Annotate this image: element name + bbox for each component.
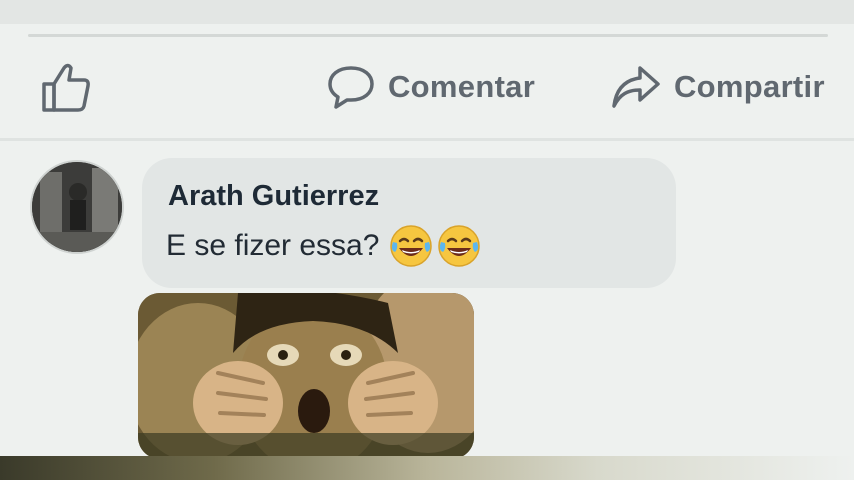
comment-button[interactable]: Comentar xyxy=(326,60,535,114)
thumbs-up-icon xyxy=(38,60,94,114)
comment-body: E se fizer essa? xyxy=(166,224,485,268)
like-button[interactable] xyxy=(38,60,106,114)
speech-bubble-icon xyxy=(326,62,376,112)
share-label: Compartir xyxy=(674,69,825,104)
comment-photo[interactable] xyxy=(138,293,474,459)
facebook-post-comment-screen: Comentar Compartir Arath Gutierrez E se … xyxy=(0,0,854,480)
reactions-divider xyxy=(28,34,828,37)
comment-text: E se fizer essa? xyxy=(166,229,380,262)
avatar[interactable] xyxy=(30,160,124,254)
comment-bubble: Arath Gutierrez E se fizer essa? xyxy=(142,158,676,288)
comment-label: Comentar xyxy=(388,69,536,104)
tears-of-joy-emoji-icon xyxy=(438,225,481,267)
tears-of-joy-emoji-icon xyxy=(390,225,433,267)
share-arrow-icon xyxy=(610,62,662,112)
post-top-area xyxy=(0,0,854,24)
post-action-bar: Comentar Compartir xyxy=(0,40,854,136)
comments-divider xyxy=(0,138,854,141)
comment-author[interactable]: Arath Gutierrez xyxy=(168,180,379,213)
next-content-edge xyxy=(0,456,854,480)
emoji-group xyxy=(389,224,485,268)
share-button[interactable]: Compartir xyxy=(610,60,825,114)
